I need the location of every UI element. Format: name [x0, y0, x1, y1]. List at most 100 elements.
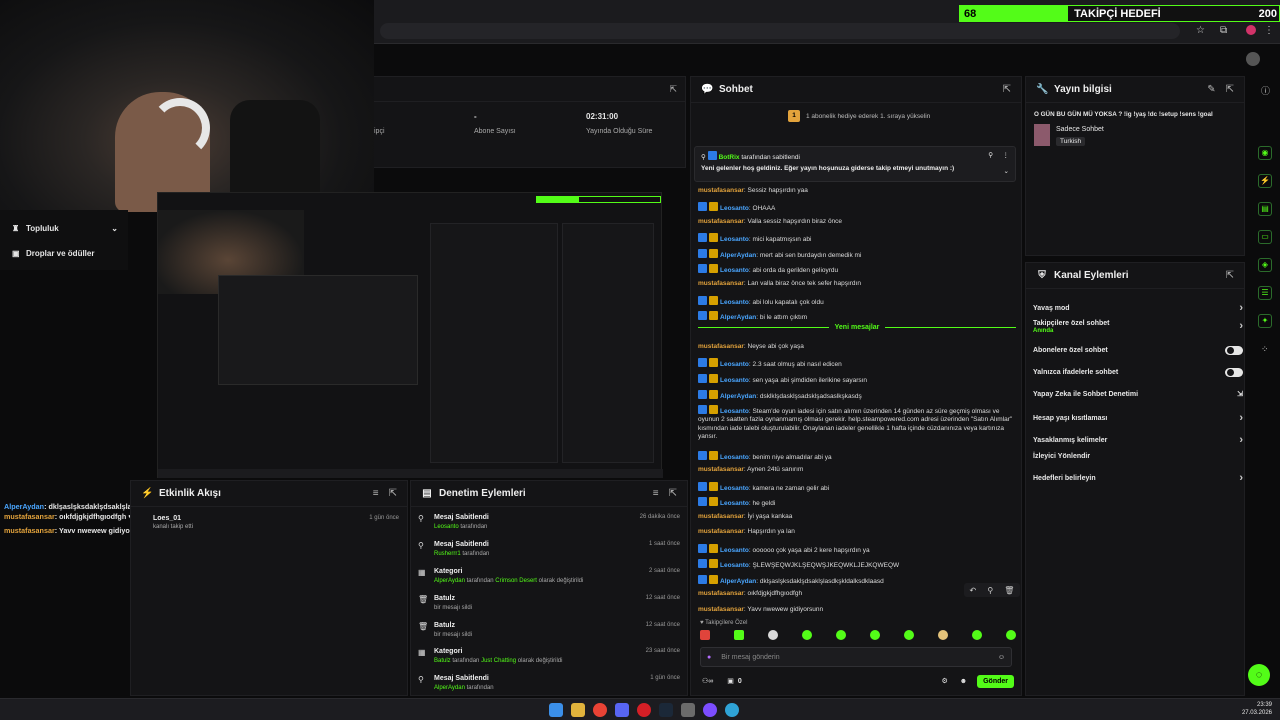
chevron-down-icon[interactable]: ⌄: [1004, 167, 1009, 175]
chat-username[interactable]: mustafasansar: [698, 513, 744, 520]
sidebar-item-community[interactable]: ♜ Topluluk ⌄: [12, 224, 118, 233]
address-bar[interactable]: [380, 23, 1180, 39]
chat-username[interactable]: mustafasansar: [698, 466, 744, 473]
pin-icon[interactable]: ⚲: [987, 586, 993, 595]
camera-icon[interactable]: ◉: [1258, 146, 1272, 160]
emote[interactable]: [972, 630, 982, 640]
chat-username[interactable]: mustafasansar: [698, 218, 744, 225]
chat-username[interactable]: Leosanto: [720, 205, 749, 212]
action-ai-moderation[interactable]: Yapay Zeka ile Sohbet Denetimi ⇲: [1033, 390, 1243, 399]
star-icon[interactable]: ☆: [1196, 25, 1205, 36]
chat-message[interactable]: mustafasansar: Lan valla biraz önce tek …: [698, 280, 1018, 288]
filter-icon[interactable]: ≡: [653, 488, 659, 499]
settings-icon[interactable]: [681, 703, 695, 717]
trash-icon[interactable]: 🗑: [1004, 586, 1014, 595]
windows-icon[interactable]: [549, 703, 563, 717]
opera-icon[interactable]: [637, 703, 651, 717]
chat-input[interactable]: ● Bir mesaj gönderin ☺: [700, 647, 1012, 667]
emote[interactable]: [802, 630, 812, 640]
more-icon[interactable]: ⋮: [1003, 151, 1010, 159]
clock[interactable]: 23:39 27.03.2026: [1242, 701, 1272, 717]
chat-username[interactable]: mustafasansar: [698, 606, 744, 613]
chat-username[interactable]: mustafasansar: [698, 528, 744, 535]
action-account-age[interactable]: Hesap yaşı kısıtlaması ›: [1033, 412, 1243, 424]
wrench-icon[interactable]: ✦: [1258, 314, 1272, 328]
mic-icon[interactable]: ●: [707, 654, 711, 661]
document-icon[interactable]: ▤: [1258, 202, 1272, 216]
broadcast-icon[interactable]: ◈: [1258, 258, 1272, 272]
chat-username[interactable]: Leosanto: [720, 236, 749, 243]
chat-username[interactable]: Leosanto: [720, 500, 749, 507]
emote[interactable]: [836, 630, 846, 640]
action-goals[interactable]: Hedefleri belirleyin ›: [1033, 472, 1243, 484]
chat-message[interactable]: Leosanto: sen yaşa abi şimdiden ilerikin…: [698, 374, 1018, 385]
chat-message[interactable]: AlperAydan: bi le attım çıktım: [698, 311, 1018, 322]
chat-username[interactable]: Leosanto: [720, 267, 749, 274]
chat-message[interactable]: Leosanto: mici kapatmışsın abi: [698, 233, 1018, 244]
chat-username[interactable]: AlperAydan: [720, 314, 756, 321]
gift-icon[interactable]: ▣: [727, 677, 734, 685]
chat-message[interactable]: Leosanto: OHAAA: [698, 202, 1018, 213]
bolt-icon[interactable]: ⚡: [1258, 174, 1272, 188]
emote[interactable]: [904, 630, 914, 640]
expand-icon[interactable]: ⇱: [1226, 84, 1234, 95]
chrome-icon[interactable]: [593, 703, 607, 717]
chat-message[interactable]: Leosanto: kamera ne zaman gelir abi: [698, 482, 1018, 493]
action-follower-only[interactable]: Takipçilere özel sohbet Anında ›: [1033, 320, 1243, 334]
chat-username[interactable]: Leosanto: [720, 377, 749, 384]
info-icon[interactable]: ⓘ: [1261, 84, 1270, 97]
action-banned-words[interactable]: Yasaklanmış kelimeler ›: [1033, 434, 1243, 446]
folder-icon[interactable]: [571, 703, 585, 717]
menu-icon[interactable]: ⋮: [1264, 25, 1274, 36]
unpin-icon[interactable]: ⚲: [988, 151, 993, 159]
action-emote-only[interactable]: Yalnızca ifadelerle sohbet: [1033, 368, 1243, 377]
chat-message[interactable]: mustafasansar: Yavv nwewew gidiyorsunn: [698, 606, 1018, 614]
chat-message[interactable]: AlperAydan: dsklklşdasklşsadsklşadsaslkş…: [698, 390, 1018, 401]
sub-leaderboard-banner[interactable]: 1 1 abonelik hediye ederek 1. sıraya yük…: [788, 110, 930, 122]
profile-icon[interactable]: [1246, 25, 1256, 35]
chat-message[interactable]: Leosanto: abi lolu kapatalı çok oldu: [698, 296, 1018, 307]
expand-icon[interactable]: ⇱: [669, 488, 677, 499]
chat-username[interactable]: AlperAydan: [720, 252, 756, 259]
filter-icon[interactable]: ≡: [373, 488, 379, 499]
emote[interactable]: [938, 630, 948, 640]
chat-message[interactable]: Leosanto: 2.3 saat olmuş abi nasıl edice…: [698, 358, 1018, 369]
expand-icon[interactable]: ⇱: [1003, 84, 1011, 95]
chat-message[interactable]: mustafasansar: Neyse abi çok yaşa: [698, 343, 1018, 351]
chat-message[interactable]: mustafasansar: Aynen 24tü sanırım: [698, 466, 1018, 474]
emoji-icon[interactable]: ☺: [998, 654, 1005, 661]
add-widget-icon[interactable]: ⁘: [1261, 344, 1269, 355]
chat-username[interactable]: AlperAydan: [720, 578, 756, 585]
discord-icon[interactable]: [615, 703, 629, 717]
pinned-message[interactable]: ⚲ BotRix tarafından sabitlendi Yeni gele…: [694, 146, 1016, 182]
emote[interactable]: [870, 630, 880, 640]
emote-menu-icon[interactable]: ☻: [960, 678, 967, 685]
action-raid[interactable]: İzleyici Yönlendir: [1033, 453, 1243, 460]
chat-username[interactable]: Leosanto: [720, 485, 749, 492]
expand-icon[interactable]: ⇱: [669, 84, 677, 95]
chat-message[interactable]: AlperAydan: mert abi sen burdaydın demed…: [698, 249, 1018, 260]
chat-message[interactable]: Leosanto: Steam'de oyun iadesi için satı…: [698, 405, 1018, 442]
expand-icon[interactable]: ⇱: [389, 488, 397, 499]
emote[interactable]: [768, 630, 778, 640]
sidebar-item-drops[interactable]: ▣ Droplar ve ödüller: [12, 249, 94, 258]
chat-message[interactable]: Leosanto: ŞLEWŞEQWJKLŞEQWŞJKEQWKLJEJKQWE…: [698, 559, 1018, 570]
settings-icon[interactable]: ⚙: [941, 677, 947, 685]
chat-message[interactable]: mustafasansar: Valla sessiz hapşırdın bi…: [698, 218, 1018, 226]
chat-username[interactable]: mustafasansar: [698, 590, 744, 597]
chat-message[interactable]: Leosanto: benim niye almadılar abi ya: [698, 451, 1018, 462]
edge-icon[interactable]: [725, 703, 739, 717]
chat-username[interactable]: Leosanto: [720, 562, 749, 569]
extensions-icon[interactable]: ⧉: [1220, 25, 1227, 36]
users-icon[interactable]: ⚇∞: [702, 677, 713, 685]
chat-username[interactable]: Leosanto: [720, 299, 749, 306]
emote[interactable]: [1006, 630, 1016, 640]
action-slow-mode[interactable]: Yavaş mod ›: [1033, 302, 1243, 314]
chat-message[interactable]: mustafasansar: İyi yaşa kankaa: [698, 513, 1018, 521]
chat-username[interactable]: mustafasansar: [698, 187, 744, 194]
chat-username[interactable]: Leosanto: [720, 408, 749, 415]
send-button[interactable]: Gönder: [977, 674, 1014, 688]
expand-icon[interactable]: ⇱: [1226, 270, 1234, 281]
chat-username[interactable]: mustafasansar: [698, 343, 744, 350]
chat-message[interactable]: mustafasansar: Sessiz hapşırdın yaa: [698, 187, 1018, 195]
